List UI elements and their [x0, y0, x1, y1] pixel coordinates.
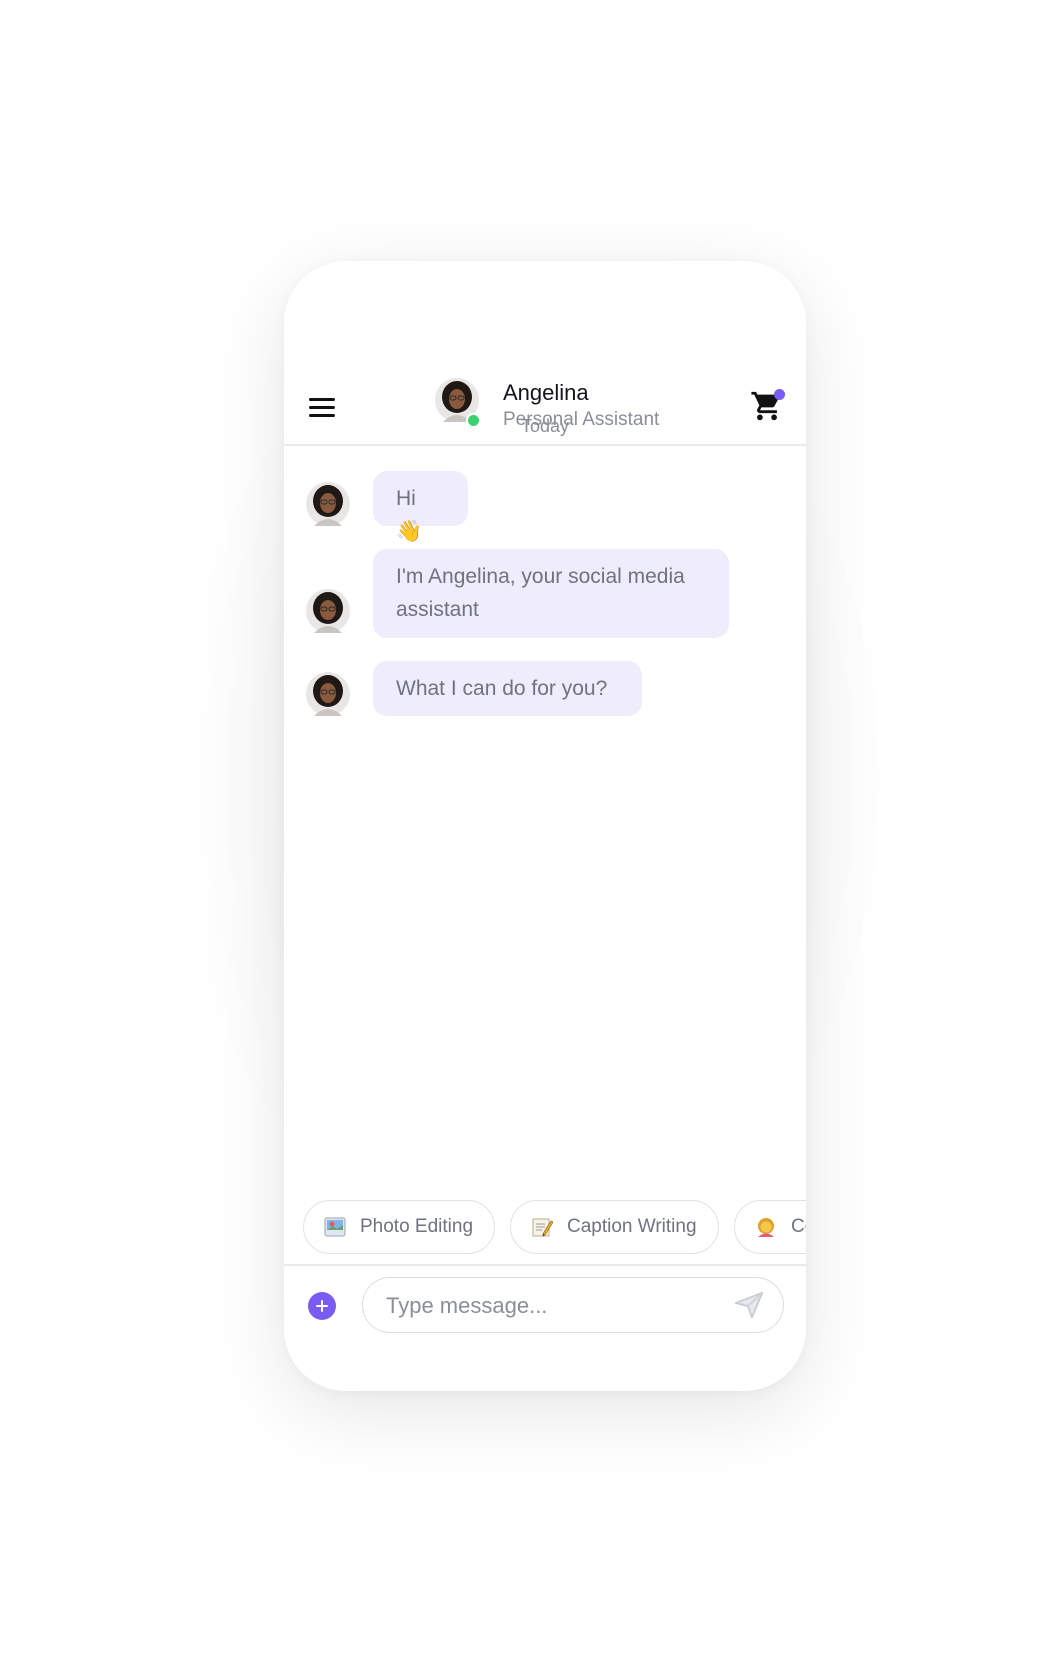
quick-reply-label: Co — [791, 1216, 806, 1237]
memo-icon — [532, 1218, 553, 1237]
person-icon — [758, 1218, 774, 1237]
picture-icon — [324, 1217, 346, 1237]
quick-reply-caption-writing[interactable]: Caption Writing — [510, 1200, 719, 1254]
avatar — [306, 672, 350, 716]
avatar — [306, 482, 350, 526]
plus-icon[interactable] — [308, 1292, 336, 1320]
message-composer — [284, 1264, 806, 1391]
message-bubble: I'm Angelina, your social media assistan… — [373, 549, 729, 638]
message-input[interactable] — [384, 1278, 728, 1333]
cart-notification-badge — [774, 389, 785, 400]
message-bubble: Hi 👋 — [373, 471, 468, 543]
phone-frame: Angelina Personal Assistant Today Hi 👋 I… — [284, 261, 806, 1391]
date-separator: Today — [520, 416, 570, 436]
quick-reply-label: Caption Writing — [567, 1216, 697, 1237]
quick-reply-photo-editing[interactable]: Photo Editing — [303, 1200, 496, 1254]
send-icon[interactable] — [734, 1291, 764, 1319]
quick-reply-co[interactable]: Co — [734, 1200, 806, 1254]
quick-replies: Photo Editing Caption Writing Co — [303, 1200, 806, 1256]
avatar — [306, 589, 350, 633]
quick-reply-label: Photo Editing — [360, 1216, 474, 1237]
message-input-container — [362, 1277, 784, 1333]
contact-name: Angelina — [503, 380, 589, 405]
message-bubble: What I can do for you? — [373, 661, 642, 716]
